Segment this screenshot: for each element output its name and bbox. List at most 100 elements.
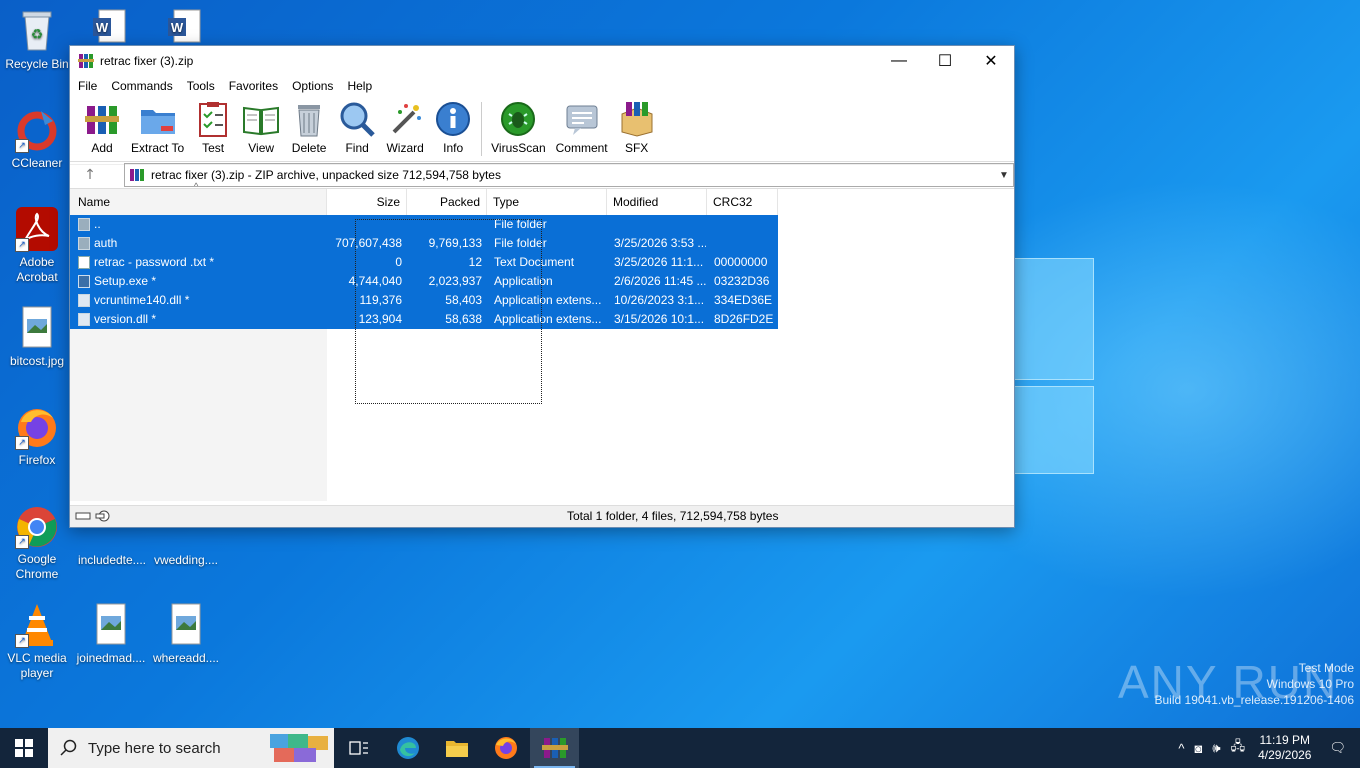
column-modified[interactable]: Modified [607, 189, 707, 215]
image-file-icon [15, 305, 59, 351]
clock-date: 4/29/2026 [1258, 748, 1312, 762]
file-list[interactable]: Name Size Packed Type Modified CRC32 ^ .… [70, 181, 1014, 501]
network-icon[interactable]: 🖧 [1226, 737, 1251, 759]
maximize-button[interactable]: ☐ [922, 46, 968, 76]
svg-text:♻: ♻ [31, 26, 44, 42]
firefox-icon: ↗ [15, 404, 59, 450]
folder-icon [78, 218, 90, 231]
desktop-icon-label: Google Chrome [15, 552, 59, 581]
desktop-icon-vlc[interactable]: ↗ VLC media player [1, 602, 73, 681]
task-view-icon [348, 741, 368, 755]
trash-icon [298, 105, 321, 137]
chevron-up-icon[interactable]: ^ [1173, 741, 1189, 756]
menu-file[interactable]: File [72, 79, 105, 93]
toolbar-sfx-button[interactable]: SFX [613, 100, 661, 155]
path-text: retrac fixer (3).zip - ZIP archive, unpa… [151, 168, 501, 182]
dll-file-icon [78, 313, 90, 326]
toolbar-delete-button[interactable]: Delete [285, 100, 333, 155]
toolbar-extract-to-button[interactable]: Extract To [126, 100, 189, 155]
chrome-icon: ↗ [15, 503, 59, 549]
toolbar-virusscan-button[interactable]: VirusScan [486, 100, 550, 155]
desktop-icon-label: joinedmad.... [76, 651, 146, 665]
column-type[interactable]: Type [487, 189, 607, 215]
winrar-app-icon [78, 54, 94, 68]
winrar-window[interactable]: retrac fixer (3).zip — ☐ ✕ File Commands… [69, 45, 1015, 528]
desktop-icon-vwedding[interactable]: vwedding.... [150, 527, 222, 568]
menu-help[interactable]: Help [341, 79, 380, 93]
taskbar-winrar-button[interactable] [530, 728, 579, 768]
menu-options[interactable]: Options [286, 79, 341, 93]
desktop-icon-label: Recycle Bin [5, 57, 69, 71]
clock[interactable]: 11:19 PM 4/29/2026 [1250, 733, 1319, 763]
column-packed[interactable]: Packed [407, 189, 487, 215]
dll-file-icon [78, 294, 90, 307]
windows-logo-wallpaper [1012, 258, 1094, 474]
image-file-icon [164, 602, 208, 648]
windows-start-icon [15, 739, 33, 757]
svg-text:W: W [171, 20, 184, 35]
desktop-icon-adobe-acrobat[interactable]: ↗ Adobe Acrobat [1, 206, 73, 285]
desktop-icon-bitcost[interactable]: bitcost.jpg [1, 305, 73, 369]
status-text: Total 1 folder, 4 files, 712,594,758 byt… [567, 509, 779, 523]
column-size[interactable]: Size [327, 189, 407, 215]
notification-icon[interactable]: 🗨 [1319, 740, 1360, 756]
edge-icon [396, 737, 419, 759]
taskbar-edge-button[interactable] [383, 728, 432, 768]
menu-tools[interactable]: Tools [181, 79, 223, 93]
search-box[interactable]: Type here to search [48, 728, 334, 768]
desktop-icon-google-chrome[interactable]: ↗ Google Chrome [1, 503, 73, 582]
up-arrow-icon[interactable]: ↑ [70, 167, 110, 183]
desktop-icon-firefox[interactable]: ↗ Firefox [1, 404, 73, 468]
info-icon [436, 102, 471, 136]
title-bar[interactable]: retrac fixer (3).zip — ☐ ✕ [70, 46, 1014, 76]
desktop-icon-recycle-bin[interactable]: ♻ Recycle Bin [1, 8, 73, 72]
desktop-icon-joinedmad[interactable]: joinedmad.... [75, 602, 147, 666]
sort-arrow-icon: ^ [194, 181, 199, 191]
volume-icon[interactable]: 🕪 [1207, 740, 1225, 756]
menu-bar: File Commands Tools Favorites Options He… [70, 76, 1014, 96]
toolbar-test-button[interactable]: Test [189, 100, 237, 155]
taskbar-file-explorer-button[interactable] [432, 728, 481, 768]
firefox-icon [494, 737, 517, 759]
window-title: retrac fixer (3).zip [100, 54, 194, 68]
taskbar-firefox-button[interactable] [481, 728, 530, 768]
toolbar-wizard-button[interactable]: Wizard [381, 100, 429, 155]
minimize-button[interactable]: — [876, 46, 922, 76]
meet-now-icon[interactable]: ◙ [1190, 741, 1208, 756]
toolbar-comment-button[interactable]: Comment [551, 100, 613, 155]
folder-icon [78, 237, 90, 250]
desktop-icon-label: whereadd.... [152, 651, 220, 665]
extract-folder-icon [140, 110, 175, 134]
ccleaner-icon: ↗ [15, 107, 59, 153]
column-name[interactable]: Name [70, 189, 327, 215]
address-bar: ↑ retrac fixer (3).zip - ZIP archive, un… [70, 161, 1014, 189]
path-field[interactable]: retrac fixer (3).zip - ZIP archive, unpa… [124, 163, 1014, 187]
start-button[interactable] [0, 728, 48, 768]
toolbar-add-button[interactable]: Add [78, 100, 126, 155]
search-placeholder: Type here to search [88, 739, 221, 757]
toolbar-info-button[interactable]: Info [429, 100, 477, 155]
folder-icon [445, 741, 468, 757]
close-button[interactable]: ✕ [968, 46, 1014, 76]
drag-selection-rectangle [355, 219, 542, 404]
recycle-bin-icon: ♻ [15, 8, 59, 54]
desktop-icon-includedte[interactable]: includedte.... [76, 527, 148, 568]
desktop-icon-ccleaner[interactable]: ↗ CCleaner [1, 107, 73, 171]
search-highlight-puzzle-icon [270, 734, 328, 762]
desktop-icon-label: CCleaner [11, 156, 63, 170]
taskbar: Type here to search ^ ◙ 🕪 🖧 11:19 PM 4/2… [0, 728, 1360, 768]
column-crc32[interactable]: CRC32 [707, 189, 778, 215]
vlc-icon: ↗ [15, 602, 59, 648]
desktop-icon-whereadd[interactable]: whereadd.... [150, 602, 222, 666]
toolbar-view-button[interactable]: View [237, 100, 285, 155]
desktop-icon-label: vwedding.... [153, 553, 219, 567]
menu-favorites[interactable]: Favorites [223, 79, 286, 93]
sfx-box-icon [621, 102, 653, 137]
toolbar-find-button[interactable]: Find [333, 100, 381, 155]
task-view-button[interactable] [334, 728, 383, 768]
view-book-icon [243, 106, 280, 136]
chevron-down-icon[interactable]: ▼ [995, 170, 1013, 181]
desktop-icon-label: includedte.... [77, 553, 147, 567]
menu-commands[interactable]: Commands [105, 79, 180, 93]
comment-icon [566, 105, 598, 135]
